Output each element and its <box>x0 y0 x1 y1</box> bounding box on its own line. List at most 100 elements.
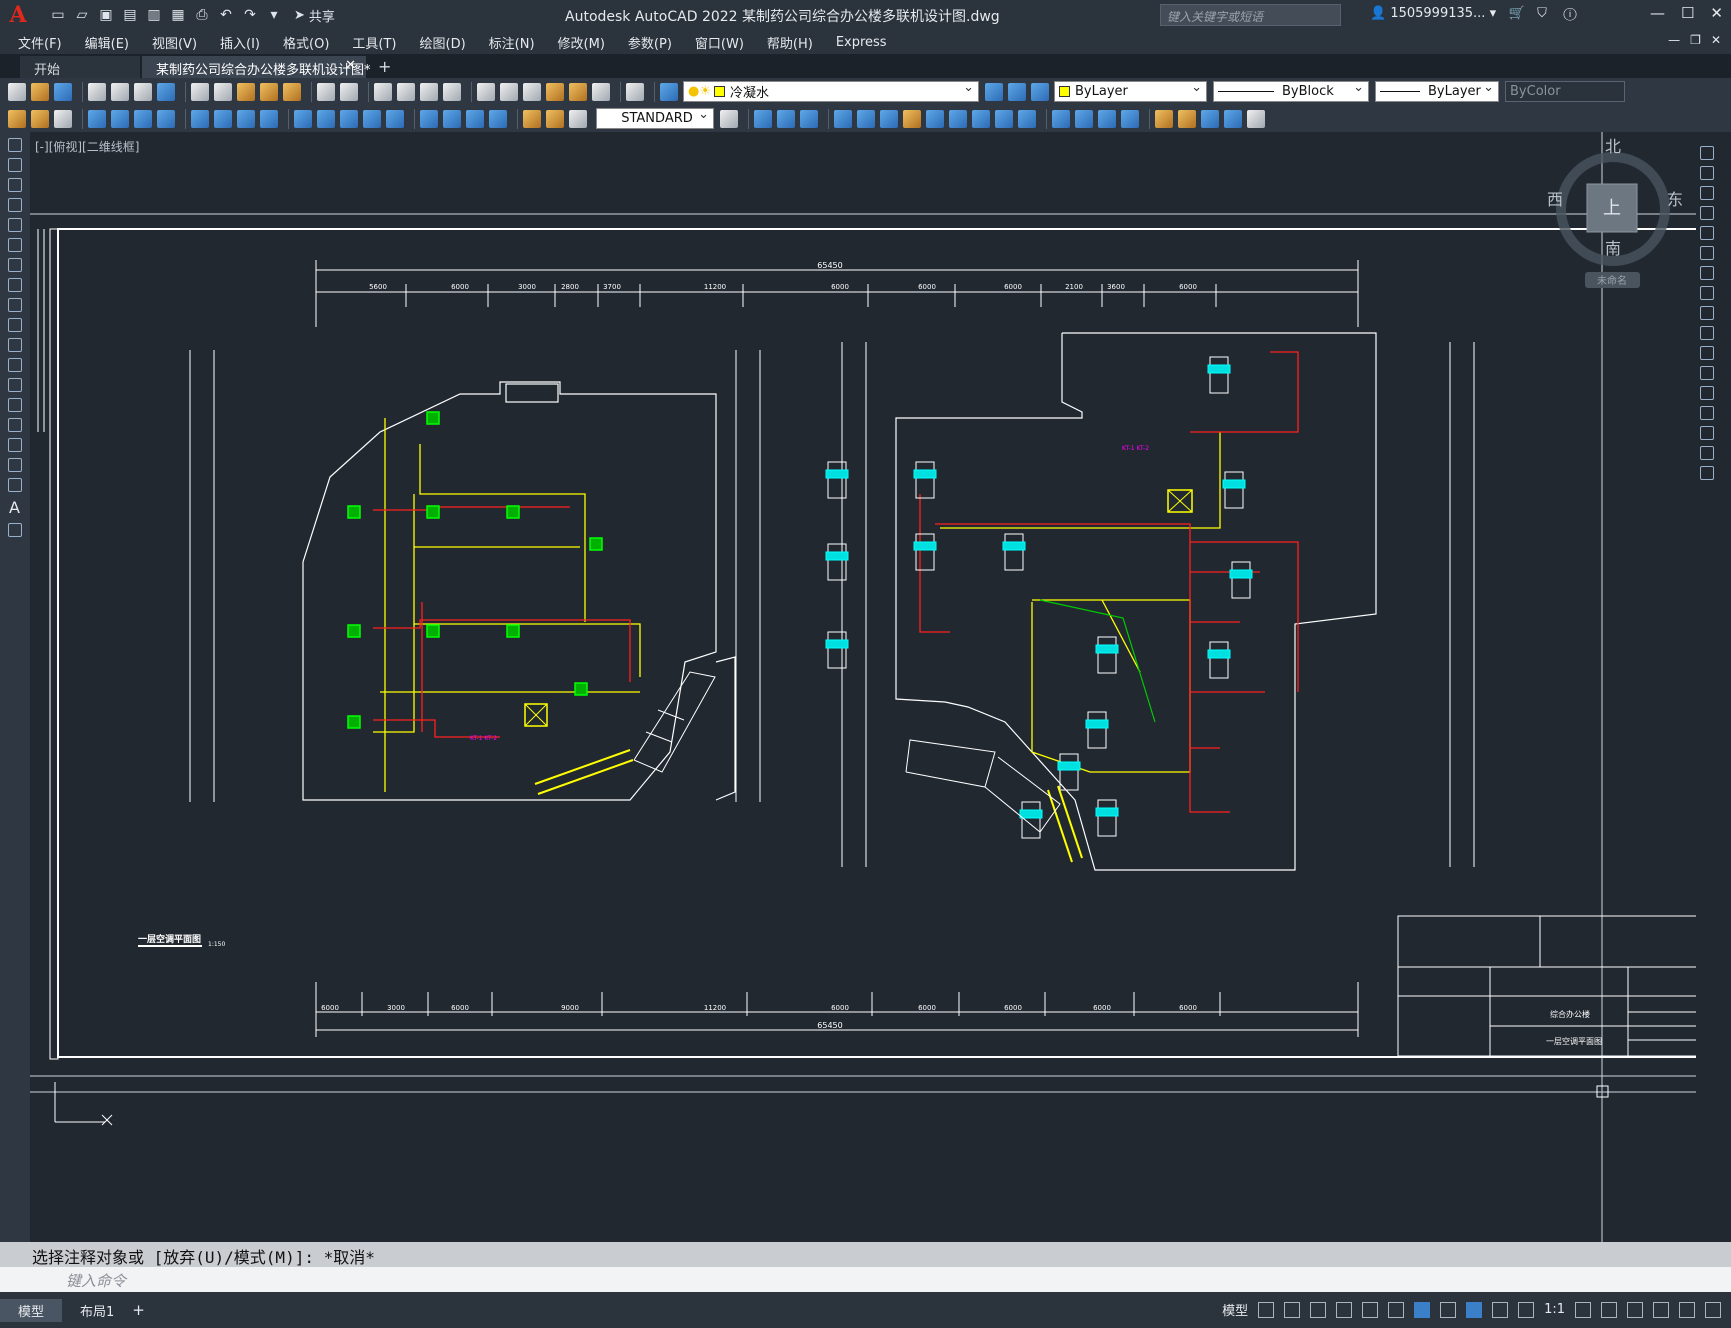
menu-file[interactable]: 文件(F) <box>18 33 62 52</box>
gradient-icon[interactable] <box>8 438 22 452</box>
menu-draw[interactable]: 绘图(D) <box>420 33 466 52</box>
paste-icon[interactable] <box>237 82 255 101</box>
menu-modify[interactable]: 修改(M) <box>558 33 605 52</box>
region-icon[interactable] <box>8 458 22 472</box>
add-selected-icon[interactable] <box>8 523 22 537</box>
dim-style-icon[interactable] <box>720 109 738 128</box>
annotation-scale-value[interactable]: 1:1 <box>1544 1302 1565 1317</box>
viewcube-east[interactable]: 东 <box>1667 190 1683 209</box>
workspace-gear-icon[interactable] <box>1575 1301 1591 1318</box>
doc-restore-icon[interactable]: ❐ <box>1690 33 1701 47</box>
angular-icon[interactable] <box>260 109 278 128</box>
share-button[interactable]: ➤ 共享 <box>294 6 335 25</box>
erase-icon[interactable] <box>754 109 772 128</box>
dim-update-icon[interactable] <box>569 109 587 128</box>
menu-parametric[interactable]: 参数(P) <box>628 33 672 52</box>
mirror-tool-icon[interactable] <box>1700 186 1714 200</box>
doc-close-icon[interactable]: ✕ <box>1711 33 1721 47</box>
array-tool-icon[interactable] <box>1700 226 1714 240</box>
rotate-icon[interactable] <box>903 109 921 128</box>
copy-object-icon[interactable] <box>777 109 795 128</box>
viewcube[interactable]: 上 北 南 东 西 未命名 <box>1547 137 1683 288</box>
block-editor-icon[interactable] <box>283 82 301 101</box>
tab-drawing[interactable]: 某制药公司综合办公楼多联机设计图* ✕ <box>142 56 371 78</box>
command-input[interactable]: 键入命令 <box>0 1267 1731 1292</box>
color-dropdown[interactable]: ByLayer <box>1054 80 1207 102</box>
redo-tool-icon[interactable] <box>340 82 358 101</box>
line-icon[interactable] <box>8 138 22 152</box>
hatch-icon[interactable] <box>8 418 22 432</box>
ellipse-arc-icon[interactable] <box>8 338 22 352</box>
help-icon[interactable] <box>626 82 644 101</box>
grid-icon[interactable] <box>1258 1301 1275 1318</box>
customize-qat-icon[interactable]: ▾ <box>264 5 284 25</box>
diameter-icon[interactable] <box>237 109 255 128</box>
rotate-tool-icon[interactable] <box>1700 266 1714 280</box>
cut-icon[interactable] <box>191 82 209 101</box>
ortho-icon[interactable] <box>1310 1301 1327 1318</box>
mirror-icon[interactable] <box>800 109 818 128</box>
menu-insert[interactable]: 插入(I) <box>220 33 260 52</box>
jogged-icon[interactable] <box>214 109 232 128</box>
dim-tool-icon[interactable] <box>31 109 49 128</box>
viewcube-west[interactable]: 西 <box>1547 190 1563 209</box>
annotation-visibility-icon[interactable] <box>1466 1301 1483 1318</box>
menu-view[interactable]: 视图(V) <box>152 33 197 52</box>
zoom-previous-icon[interactable] <box>443 82 461 101</box>
dim-break-icon[interactable] <box>386 109 404 128</box>
extend-tool-icon[interactable] <box>1700 346 1714 360</box>
hatch-back-icon[interactable] <box>1247 109 1265 128</box>
send-back-icon[interactable] <box>1201 109 1219 128</box>
layout-tab-layout1[interactable]: 布局1 <box>62 1299 132 1322</box>
scale-tool-icon[interactable] <box>1700 286 1714 300</box>
new-tab-icon[interactable]: + <box>378 56 391 78</box>
save-as-icon[interactable]: ▤ <box>120 5 140 25</box>
match-properties-icon[interactable] <box>260 82 278 101</box>
scale-icon[interactable] <box>926 109 944 128</box>
fillet-tool-icon[interactable] <box>1700 426 1714 440</box>
polygon-icon[interactable] <box>8 198 22 212</box>
annotation-monitor-icon[interactable] <box>1601 1301 1617 1318</box>
zoom-realtime-icon[interactable] <box>397 82 415 101</box>
customization-menu-icon[interactable] <box>1705 1301 1721 1318</box>
move-icon[interactable] <box>880 109 898 128</box>
layer-dropdown[interactable]: ●☀ 冷凝水 <box>683 80 979 102</box>
offset-tool-icon[interactable] <box>1700 206 1714 220</box>
tab-close-icon[interactable]: ✕ <box>345 58 356 73</box>
menu-window[interactable]: 窗口(W) <box>695 33 744 52</box>
dim-text-edit-icon[interactable] <box>546 109 564 128</box>
radius-icon[interactable] <box>191 109 209 128</box>
drawing-canvas[interactable]: 65450 65450 5600 6000 3000 2800 3700 11200 600… <box>30 132 1696 1242</box>
units-icon[interactable] <box>1627 1301 1643 1318</box>
viewcube-south[interactable]: 南 <box>1605 239 1621 258</box>
center-mark-icon[interactable] <box>443 109 461 128</box>
polar-icon[interactable] <box>1336 1301 1353 1318</box>
blend-tool-icon[interactable] <box>1700 446 1714 460</box>
trim-icon[interactable] <box>972 109 990 128</box>
zoom-window-icon[interactable] <box>420 82 438 101</box>
redo-icon[interactable]: ↷ <box>240 5 260 25</box>
menu-tools[interactable]: 工具(T) <box>352 33 396 52</box>
save-web-icon[interactable]: ▦ <box>168 5 188 25</box>
plotstyle-dropdown[interactable]: ByColor <box>1505 80 1625 102</box>
copy-tool-icon[interactable] <box>1700 166 1714 180</box>
inspect-icon[interactable] <box>466 109 484 128</box>
ordinate-icon[interactable] <box>157 109 175 128</box>
extend-icon[interactable] <box>995 109 1013 128</box>
drawing-svg[interactable]: 65450 65450 5600 6000 3000 2800 3700 11200 600… <box>30 132 1696 1242</box>
spline-icon[interactable] <box>8 298 22 312</box>
stretch-icon[interactable] <box>949 109 967 128</box>
search-input[interactable]: 键入关键字或短语 <box>1160 4 1341 26</box>
break-tool-icon[interactable] <box>1700 366 1714 380</box>
autocad-logo-icon[interactable]: A <box>6 2 30 28</box>
plot-tool-icon[interactable] <box>88 82 106 101</box>
new-file-icon[interactable]: ▭ <box>48 5 68 25</box>
model-space-toggle[interactable]: 模型 <box>1222 1300 1248 1319</box>
minimize-icon[interactable]: — <box>1650 4 1665 22</box>
array-icon[interactable] <box>857 109 875 128</box>
dim-edit-icon[interactable] <box>523 109 541 128</box>
dimstyle-dropdown[interactable]: STANDARD <box>596 107 714 129</box>
revcloud-icon[interactable] <box>8 278 22 292</box>
calculator-icon[interactable] <box>592 82 610 101</box>
menu-edit[interactable]: 编辑(E) <box>85 33 129 52</box>
